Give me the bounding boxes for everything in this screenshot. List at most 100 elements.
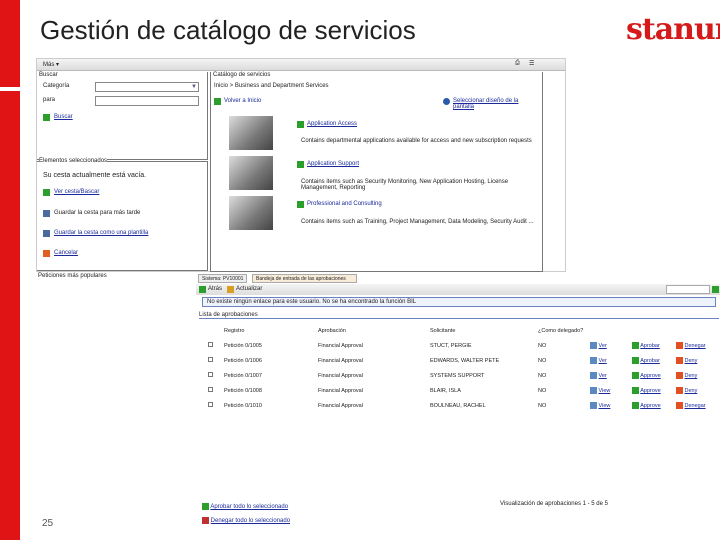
- approve-label: Approve: [640, 387, 661, 394]
- approve-label: Approve: [640, 402, 661, 409]
- tab-inbox[interactable]: Bandeja de entrada de las aprobaciones: [252, 274, 357, 283]
- deny-label: Denegar: [684, 342, 706, 349]
- arrow-right-icon: [43, 114, 50, 121]
- aprobacion-cell: Financial Approval: [318, 387, 363, 394]
- registro-cell: Petición 0/1007: [224, 372, 262, 379]
- view-link[interactable]: Ver: [590, 368, 632, 383]
- solicitante-cell: SYSTEMS SUPPORT: [430, 372, 485, 379]
- save-icon: [43, 210, 50, 217]
- item-link[interactable]: Professional and Consulting: [307, 201, 382, 207]
- refresh-button[interactable]: Actualizar: [236, 286, 262, 292]
- deny-icon: [676, 402, 683, 409]
- approve-link[interactable]: Approve: [632, 383, 676, 398]
- aprobacion-cell: Financial Approval: [318, 372, 363, 379]
- check-icon: [632, 402, 639, 409]
- save-template-link[interactable]: Guardar la cesta como una plantilla: [54, 230, 148, 236]
- view-label: Ver: [598, 342, 607, 349]
- table-header: Registro Aprobación Solicitante ¿Como de…: [208, 323, 710, 338]
- chevron-down-icon: ▼: [191, 84, 197, 90]
- registro-cell: Petición 0/1008: [224, 387, 262, 394]
- tab-system[interactable]: Sistema: PV10001: [198, 274, 248, 283]
- approve-link[interactable]: Aprobar: [632, 353, 676, 368]
- search-input[interactable]: [666, 285, 710, 294]
- approve-link[interactable]: Approve: [632, 368, 676, 383]
- deny-label: Deny: [684, 357, 698, 364]
- solicitante-cell: BOULNEAU, RACHEL: [430, 402, 486, 409]
- more-menu[interactable]: Más ▾: [43, 61, 59, 68]
- row-checkbox[interactable]: [208, 402, 213, 407]
- delegado-cell: NO: [538, 357, 547, 364]
- item-link[interactable]: Application Support: [307, 161, 359, 167]
- view-link[interactable]: Ver: [590, 338, 632, 353]
- approve-link[interactable]: Aprobar: [632, 338, 676, 353]
- deny-link[interactable]: Deny: [676, 383, 710, 398]
- check-icon: [632, 357, 639, 364]
- print-icon[interactable]: ⎙: [515, 60, 520, 67]
- folder-icon: [297, 201, 304, 208]
- basket-heading: Elementos seleccionados: [39, 158, 108, 164]
- logo: stanum: [626, 12, 720, 47]
- category-select[interactable]: ▼: [95, 82, 199, 92]
- deny-link[interactable]: Deny: [676, 368, 710, 383]
- red-sidebar: [0, 0, 20, 540]
- column-header: Registro: [224, 327, 245, 334]
- cancel-link[interactable]: Cancelar: [54, 250, 78, 256]
- back-button[interactable]: Atrás: [208, 286, 222, 292]
- table-row: Petición 0/1008 Financial Approval BLAIR…: [208, 383, 710, 398]
- row-checkbox[interactable]: [208, 357, 213, 362]
- table-row: Petición 0/1005 Financial Approval STUCT…: [208, 338, 710, 353]
- view-link[interactable]: View: [590, 398, 632, 413]
- registro-cell: Petición 0/1005: [224, 342, 262, 349]
- check-icon: [632, 342, 639, 349]
- deny-icon: [676, 357, 683, 364]
- deny-icon: [676, 372, 683, 379]
- check-icon: [632, 387, 639, 394]
- divider: [0, 87, 20, 91]
- search-heading: Buscar: [39, 72, 58, 78]
- row-checkbox[interactable]: [208, 387, 213, 392]
- approve-label: Aprobar: [640, 342, 660, 349]
- registro-cell: Petición 0/1006: [224, 357, 262, 364]
- view-label: View: [598, 402, 611, 409]
- search-input[interactable]: [95, 96, 199, 106]
- slide-title: Gestión de catálogo de servicios: [40, 15, 416, 45]
- basket-panel: Elementos seleccionados Su cesta actualm…: [37, 158, 208, 271]
- row-checkbox[interactable]: [208, 342, 213, 347]
- category-label: Categoría: [43, 83, 70, 89]
- view-basket-link[interactable]: Ver cesta/Bascar: [54, 189, 99, 195]
- save-basket-link[interactable]: Guardar la cesta para más tarde: [54, 210, 140, 216]
- view-link[interactable]: View: [590, 383, 632, 398]
- deny-icon: [676, 387, 683, 394]
- deny-link[interactable]: Deny: [676, 353, 710, 368]
- home-link[interactable]: Volver a Inicio: [224, 98, 261, 104]
- cancel-icon: [43, 250, 50, 257]
- deny-all-link[interactable]: Denegar todo lo seleccionado: [202, 517, 290, 524]
- search-link[interactable]: Buscar: [54, 114, 73, 120]
- approvals-screenshot: Sistema: PV10001 Bandeja de entrada de l…: [196, 272, 720, 422]
- solicitante-cell: BLAIR, ISLA: [430, 387, 461, 394]
- approve-all-link[interactable]: Aprobar todo lo seleccionado: [202, 503, 288, 510]
- deny-link[interactable]: Denegar: [676, 338, 710, 353]
- aprobacion-cell: Financial Approval: [318, 342, 363, 349]
- deny-all-label: Denegar todo lo seleccionado: [210, 518, 291, 525]
- delegado-cell: NO: [538, 342, 547, 349]
- approve-link[interactable]: Approve: [632, 398, 676, 413]
- deny-icon: [676, 342, 683, 349]
- list-icon[interactable]: ☰: [529, 60, 534, 67]
- breadcrumb: Inicio > Business and Department Service…: [214, 83, 329, 89]
- deny-link[interactable]: Denegar: [676, 398, 710, 413]
- alt-view-link[interactable]: Seleccionar diseño de la pantalla: [453, 98, 533, 110]
- row-checkbox[interactable]: [208, 372, 213, 377]
- aprobacion-cell: Financial Approval: [318, 357, 363, 364]
- table-row: Petición 0/1006 Financial Approval EDWAR…: [208, 353, 710, 368]
- column-header: ¿Como delegado?: [538, 327, 584, 334]
- go-icon[interactable]: [712, 286, 719, 293]
- item-link[interactable]: Application Access: [307, 121, 357, 127]
- solicitante-cell: STUCT, PERGIE: [430, 342, 472, 349]
- pagination-text: Visualización de aprobaciones 1 - 5 de 5: [500, 501, 608, 507]
- photo: [229, 116, 273, 150]
- view-link[interactable]: Ver: [590, 353, 632, 368]
- delegado-cell: NO: [538, 402, 547, 409]
- photo: [229, 156, 273, 190]
- back-icon: [199, 286, 206, 293]
